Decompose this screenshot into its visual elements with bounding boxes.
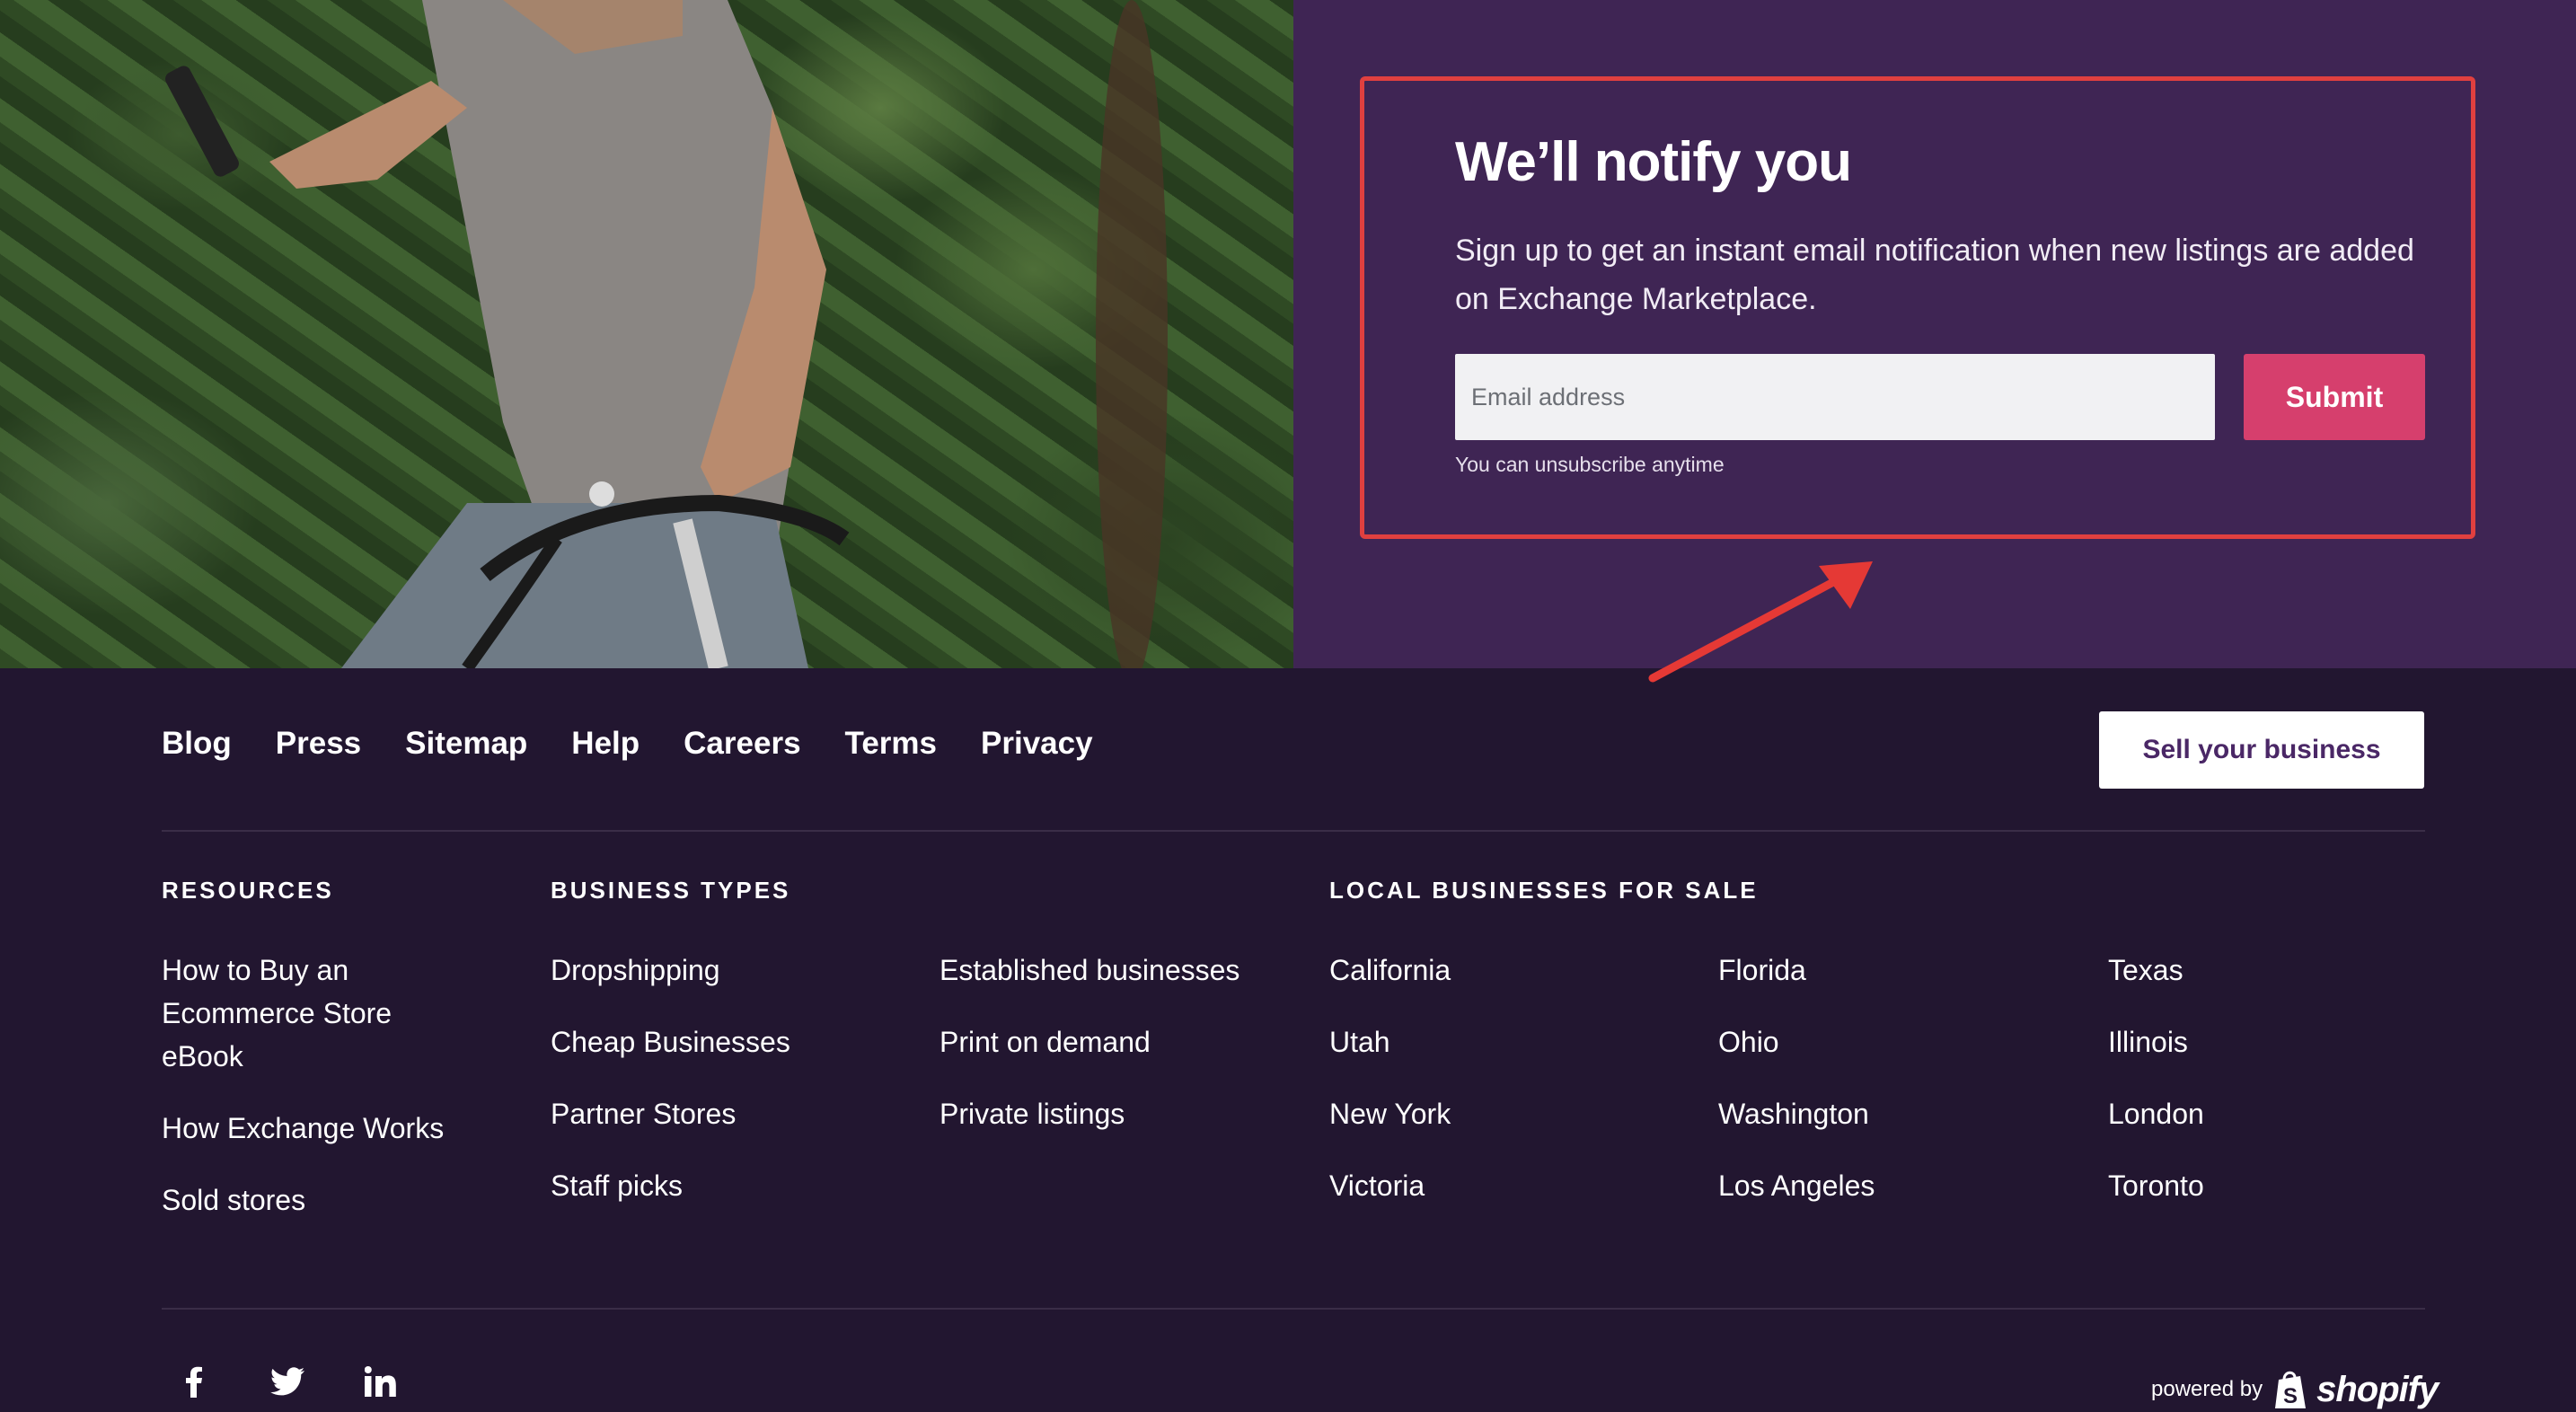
- local-link-ohio[interactable]: Ohio: [1718, 1026, 1779, 1058]
- footer-link-help[interactable]: Help: [571, 726, 640, 762]
- list-item: California: [1329, 949, 1653, 992]
- local-link-utah[interactable]: Utah: [1329, 1026, 1390, 1058]
- linkedin-icon[interactable]: [361, 1362, 401, 1401]
- list-item: Staff picks: [551, 1164, 874, 1207]
- list-item: Utah: [1329, 1020, 1653, 1063]
- list-item: Ohio: [1718, 1020, 2042, 1063]
- notify-hero: We’ll notify you Sign up to get an insta…: [0, 0, 2576, 683]
- local-list-3: Texas Illinois London Toronto: [2108, 949, 2431, 1236]
- local-list-1: California Utah New York Victoria: [1329, 949, 1653, 1236]
- footer-divider: [162, 830, 2425, 832]
- list-item: Private listings: [940, 1092, 1299, 1135]
- list-item: Cheap Businesses: [551, 1020, 874, 1063]
- list-item: How Exchange Works: [162, 1107, 458, 1150]
- sell-your-business-button[interactable]: Sell your business: [2099, 711, 2424, 789]
- footer-link-careers[interactable]: Careers: [684, 726, 800, 762]
- facebook-icon[interactable]: [174, 1362, 214, 1401]
- business-link-cheap[interactable]: Cheap Businesses: [551, 1026, 790, 1058]
- local-businesses-heading: LOCAL BUSINESSES FOR SALE: [1329, 877, 1759, 904]
- business-link-staff-picks[interactable]: Staff picks: [551, 1169, 683, 1202]
- email-field[interactable]: [1455, 354, 2215, 440]
- footer-link-press[interactable]: Press: [276, 726, 361, 762]
- local-list-2: Florida Ohio Washington Los Angeles: [1718, 949, 2042, 1236]
- local-link-washington[interactable]: Washington: [1718, 1098, 1869, 1130]
- notify-title: We’ll notify you: [1455, 131, 1852, 193]
- list-item: London: [2108, 1092, 2431, 1135]
- list-item: Los Angeles: [1718, 1164, 2042, 1207]
- local-link-illinois[interactable]: Illinois: [2108, 1026, 2188, 1058]
- footer-link-blog[interactable]: Blog: [162, 726, 232, 762]
- resources-heading: RESOURCES: [162, 877, 334, 904]
- footer-nav: Blog Press Sitemap Help Careers Terms Pr…: [162, 726, 1137, 762]
- list-item: Texas: [2108, 949, 2431, 992]
- local-link-california[interactable]: California: [1329, 954, 1451, 986]
- submit-button[interactable]: Submit: [2244, 354, 2425, 440]
- list-item: Washington: [1718, 1092, 2042, 1135]
- local-link-texas[interactable]: Texas: [2108, 954, 2183, 986]
- local-link-florida[interactable]: Florida: [1718, 954, 1806, 986]
- notify-description: Sign up to get an instant email notifica…: [1455, 234, 2414, 316]
- list-item: Established businesses: [940, 949, 1299, 992]
- business-link-dropshipping[interactable]: Dropshipping: [551, 954, 720, 986]
- shopify-bag-icon: S: [2275, 1371, 2307, 1408]
- annotation-arrow-icon: [1648, 561, 1873, 683]
- list-item: Victoria: [1329, 1164, 1653, 1207]
- unsubscribe-note: You can unsubscribe anytime: [1455, 453, 1725, 476]
- footer-link-terms[interactable]: Terms: [845, 726, 937, 762]
- resource-link-sold-stores[interactable]: Sold stores: [162, 1184, 305, 1216]
- shopify-logo-text: shopify: [2316, 1369, 2439, 1409]
- footer-link-privacy[interactable]: Privacy: [981, 726, 1093, 762]
- list-item: Illinois: [2108, 1020, 2431, 1063]
- business-link-private-listings[interactable]: Private listings: [940, 1098, 1125, 1130]
- business-link-established[interactable]: Established businesses: [940, 954, 1239, 986]
- footer-bottom-divider: [162, 1308, 2425, 1310]
- cyclist-photo: [0, 0, 1293, 668]
- business-link-partner-stores[interactable]: Partner Stores: [551, 1098, 736, 1130]
- list-item: Toronto: [2108, 1164, 2431, 1207]
- resource-link-how-exchange-works[interactable]: How Exchange Works: [162, 1112, 444, 1144]
- list-item: Dropshipping: [551, 949, 874, 992]
- twitter-icon[interactable]: [268, 1362, 307, 1401]
- business-types-list-1: Dropshipping Cheap Businesses Partner St…: [551, 949, 874, 1236]
- cyclist-illustration: [165, 0, 1168, 668]
- list-item: How to Buy an Ecommerce Store eBook: [162, 949, 458, 1078]
- local-link-los-angeles[interactable]: Los Angeles: [1718, 1169, 1875, 1202]
- list-item: Florida: [1718, 949, 2042, 992]
- list-item: Partner Stores: [551, 1092, 874, 1135]
- resources-list: How to Buy an Ecommerce Store eBook How …: [162, 949, 458, 1250]
- list-item: Print on demand: [940, 1020, 1299, 1063]
- list-item: New York: [1329, 1092, 1653, 1135]
- local-link-london[interactable]: London: [2108, 1098, 2204, 1130]
- local-link-new-york[interactable]: New York: [1329, 1098, 1451, 1130]
- business-types-heading: BUSINESS TYPES: [551, 877, 791, 904]
- powered-by-text: powered by: [2151, 1377, 2263, 1401]
- local-link-victoria[interactable]: Victoria: [1329, 1169, 1425, 1202]
- business-link-print-on-demand[interactable]: Print on demand: [940, 1026, 1151, 1058]
- powered-by-shopify: powered by S shopify: [2151, 1369, 2439, 1410]
- svg-text:S: S: [2283, 1384, 2298, 1408]
- business-types-list-2: Established businesses Print on demand P…: [940, 949, 1299, 1164]
- list-item: Sold stores: [162, 1178, 458, 1222]
- footer-link-sitemap[interactable]: Sitemap: [405, 726, 527, 762]
- local-link-toronto[interactable]: Toronto: [2108, 1169, 2204, 1202]
- resource-link-ebook[interactable]: How to Buy an Ecommerce Store eBook: [162, 954, 392, 1072]
